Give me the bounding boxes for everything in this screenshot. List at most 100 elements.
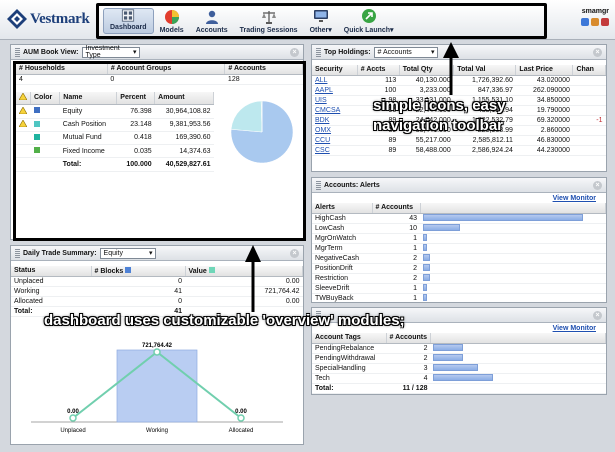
holdings-panel-header: Top Holdings: # Accounts × [312, 45, 606, 60]
security-link[interactable]: AAPL [312, 85, 358, 96]
trade-view-select[interactable]: Equity [99, 247, 156, 259]
percent-header: Percent [116, 91, 156, 106]
count-bar [423, 274, 431, 282]
holdings-view-select[interactable]: # Accounts [373, 46, 438, 58]
alerts-row-bar [420, 223, 606, 234]
aum-row-warning [16, 144, 31, 159]
tags-view-monitor-link[interactable]: View Monitor [553, 325, 596, 332]
list-item[interactable]: MgrOnWatch 1 [312, 233, 606, 244]
nav-trading-sessions[interactable]: Trading Sessions [234, 6, 304, 36]
holdings-column-header[interactable]: Total Qty [399, 65, 455, 76]
alerts-row-bar [420, 243, 606, 254]
close-icon[interactable]: × [593, 310, 602, 320]
list-item[interactable]: PositionDrift 2 [312, 263, 606, 274]
chart-bar[interactable] [116, 349, 198, 423]
aum-row-color [30, 131, 60, 146]
aum-total-label: Total: [59, 157, 117, 172]
username[interactable]: smamgr [569, 8, 609, 15]
security-link[interactable]: BDK [312, 115, 358, 126]
preferences-icon[interactable] [591, 18, 599, 26]
help-icon[interactable] [581, 18, 589, 26]
alerts-row-bar [420, 263, 606, 274]
close-icon[interactable]: × [593, 180, 602, 190]
holdings-panel-title: Top Holdings: [324, 48, 371, 56]
holdings-row[interactable]: CSC 89 58,488.000 2,586,924.24 44.230000 [312, 145, 606, 156]
aum-row[interactable]: Fixed Income 0.035 14,374.63 [16, 144, 214, 159]
holdings-column-header[interactable]: Security [312, 65, 358, 76]
aum-row[interactable]: Mutual Fund 0.418 169,390.60 [16, 131, 214, 146]
color-swatch [33, 120, 40, 127]
aum-view-select[interactable]: Investment Type [81, 45, 140, 59]
list-item[interactable]: Restriction 2 [312, 273, 606, 284]
table-row[interactable]: Unplaced 0 0.00 [11, 276, 303, 287]
tags-bar-header [430, 333, 606, 344]
pie-slice[interactable] [230, 100, 263, 132]
drag-handle-icon[interactable] [15, 248, 20, 258]
security-link[interactable]: CCU [312, 135, 358, 146]
holdings-column-header[interactable]: # Accts [357, 65, 400, 76]
security-link[interactable]: ALL [312, 75, 358, 86]
holdings-column-header[interactable]: Total Val [453, 65, 517, 76]
holdings-row[interactable]: CCU 89 55,217.000 2,585,812.11 46.830000 [312, 135, 606, 146]
holdings-column-header[interactable]: Chan [572, 65, 606, 76]
security-link[interactable]: UIS [312, 95, 358, 106]
alerts-table: Alerts # Accounts HighCash 43 LowCash 10 Mgr… [312, 203, 606, 302]
drag-handle-icon[interactable] [15, 47, 20, 57]
list-item[interactable]: LowCash 10 [312, 223, 606, 234]
nav-callout: simple icons, easy navigation toolbar [373, 97, 506, 134]
holdings-cell: 100 [357, 85, 400, 96]
list-item[interactable]: PendingWithdrawal 2 [312, 353, 606, 364]
nav-models-label: Models [159, 27, 184, 34]
list-item[interactable]: MgrTerm 1 [312, 243, 606, 254]
monitor-icon [313, 10, 328, 22]
alerts-view-monitor-link[interactable]: View Monitor [553, 195, 596, 202]
security-link[interactable]: CMCSA [312, 105, 358, 116]
vestmark-logo[interactable]: Vestmark [6, 8, 90, 30]
holdings-cell [572, 85, 606, 96]
trade-panel-header: Daily Trade Summary: Equity × [11, 246, 303, 261]
drag-handle-icon[interactable] [316, 180, 321, 190]
nav-dashboard[interactable]: Dashboard [103, 8, 154, 34]
trade-cell: 0.00 [185, 296, 303, 307]
account-groups-header: # Account Groups [107, 64, 226, 75]
close-icon[interactable]: × [290, 248, 299, 258]
table-row[interactable]: Allocated 0 0.00 [11, 296, 303, 307]
holdings-column-header[interactable]: Last Price [515, 65, 574, 76]
holdings-cell: 262.090000 [515, 85, 573, 96]
daily-trade-summary-panel: Daily Trade Summary: Equity × Status # B… [10, 245, 304, 445]
holdings-row[interactable]: ALL 113 40,130.000 1,726,392.60 43.020000 [312, 75, 606, 86]
nav-accounts[interactable]: Accounts [190, 6, 234, 36]
aum-breakdown-table: Color Name Percent Amount Equity 76.398 30… [16, 91, 214, 172]
alerts-row-bar [420, 213, 606, 224]
logout-icon[interactable] [601, 18, 609, 26]
alerts-row-name: TWBuyBack [312, 293, 372, 302]
aum-row[interactable]: Cash Position 23.148 9,381,953.56 [16, 118, 214, 132]
aum-row[interactable]: Equity 76.398 30,964,108.82 [16, 104, 214, 119]
security-link[interactable]: OMX [312, 125, 358, 136]
list-item[interactable]: HighCash 43 [312, 213, 606, 224]
drag-handle-icon[interactable] [316, 47, 321, 57]
list-item[interactable]: TWBuyBack 1 [312, 293, 606, 302]
list-item[interactable]: SpecialHandling 3 [312, 363, 606, 374]
holdings-row[interactable]: AAPL 100 3,233.000 847,336.97 262.090000 [312, 85, 606, 96]
nav-other[interactable]: Other▾ [304, 6, 338, 36]
list-item[interactable]: SleeveDrift 1 [312, 283, 606, 294]
nav-models[interactable]: Models [154, 6, 190, 36]
chart-point[interactable] [69, 414, 77, 422]
alerts-row-name: Restriction [312, 273, 372, 284]
warning-icon [18, 92, 28, 101]
aum-row-amount: 14,374.63 [154, 144, 214, 159]
nav-quick-launch[interactable]: Quick Launch▾ [338, 6, 400, 36]
tags-row-count: 3 [386, 363, 431, 374]
aum-highlight: # Households # Account Groups # Accounts… [13, 61, 306, 241]
aum-pie-chart [230, 100, 294, 163]
list-item[interactable]: PendingRebalance 2 [312, 343, 606, 354]
security-link[interactable]: CSC [312, 145, 358, 156]
close-icon[interactable]: × [290, 47, 299, 57]
close-icon[interactable]: × [593, 47, 602, 57]
list-item[interactable]: Tech 4 [312, 373, 606, 384]
table-row[interactable]: Working 41 721,764.42 [11, 286, 303, 297]
chart-point[interactable] [153, 348, 161, 356]
list-item[interactable]: NegativeCash 2 [312, 253, 606, 264]
chart-point[interactable] [237, 414, 245, 422]
